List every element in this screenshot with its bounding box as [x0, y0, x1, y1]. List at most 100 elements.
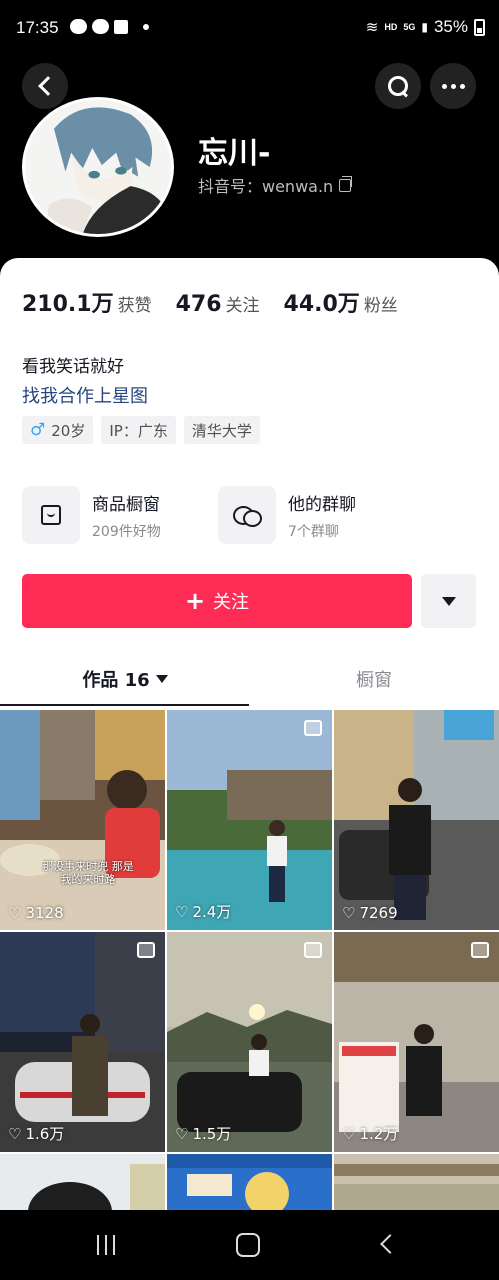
search-button[interactable] — [375, 63, 421, 109]
stat-value: 44.0万 — [283, 292, 360, 317]
heart-icon: ♡ — [342, 904, 356, 922]
check-icon — [114, 19, 128, 34]
douyin-id[interactable]: 抖音号：wenwa.n — [198, 173, 353, 197]
tag-school[interactable]: 清华大学 — [183, 416, 260, 444]
douyin-id-text: 抖音号：wenwa.n — [198, 177, 334, 196]
heart-icon: ♡ — [8, 1124, 22, 1143]
multi-image-icon — [304, 942, 322, 958]
video-thumbnail[interactable] — [0, 1154, 165, 1210]
wechat-icon — [92, 19, 109, 34]
follow-label: 关注 — [213, 592, 250, 613]
tag-school-text: 清华大学 — [191, 421, 252, 440]
chat-icon-wrap — [218, 486, 276, 544]
thumbnail-image — [0, 710, 165, 930]
message-icon — [70, 19, 87, 34]
bag-icon — [41, 505, 61, 525]
video-thumbnail[interactable] — [167, 1154, 332, 1210]
wifi-icon: ≋ — [365, 18, 379, 36]
heart-icon: ♡ — [342, 1124, 356, 1143]
system-back-button[interactable] — [380, 1234, 400, 1254]
back-icon — [38, 76, 58, 96]
plus-icon: + — [184, 587, 206, 615]
battery-icon — [474, 18, 485, 36]
thumbnail-image — [0, 1154, 165, 1210]
more-button[interactable] — [430, 63, 476, 109]
like-count-text: 1.2万 — [359, 1125, 399, 1143]
recommend-dropdown-button[interactable] — [421, 574, 476, 628]
bio-text: 看我笑话就好 — [22, 357, 124, 377]
stat-label: 获赞 — [117, 296, 152, 316]
home-button[interactable] — [236, 1233, 260, 1257]
thumbnail-image — [167, 710, 332, 930]
stat-followers[interactable]: 44.0万 粉丝 — [284, 286, 398, 318]
like-count: ♡ 3128 — [8, 904, 64, 922]
tab-works-label: 作品 16 — [82, 670, 150, 691]
heart-icon: ♡ — [175, 902, 189, 921]
like-count-text: 1.6万 — [25, 1125, 65, 1143]
video-thumbnail[interactable]: ♡ 1.6万 — [0, 932, 165, 1152]
like-count: ♡ 2.4万 — [175, 901, 231, 922]
system-nav-bar — [0, 1210, 499, 1280]
status-time: 17:35 — [16, 18, 59, 37]
stat-likes[interactable]: 210.1万 获赞 — [22, 286, 152, 318]
stat-value: 210.1万 — [22, 292, 114, 317]
shop-subtitle: 209件好物 — [92, 523, 161, 540]
thumbnail-image — [334, 932, 499, 1152]
video-thumbnail[interactable] — [334, 1154, 499, 1210]
chat-icon — [233, 504, 262, 527]
thumbnail-image — [167, 1154, 332, 1210]
like-count-text: 2.4万 — [192, 903, 232, 921]
back-button[interactable] — [22, 63, 68, 109]
group-chat-entry[interactable]: 他的群聊 7个群聊 — [218, 486, 356, 544]
shop-window-entry[interactable]: 商品橱窗 209件好物 — [22, 486, 161, 544]
tag-row: ♂ 20岁 IP：广东 清华大学 — [22, 416, 260, 444]
video-thumbnail[interactable]: ♡ 7269 — [334, 710, 499, 930]
bio-link[interactable]: 找我合作上星图 — [22, 382, 148, 408]
avatar-illustration — [25, 100, 171, 234]
signal-label: 5G — [403, 22, 416, 32]
multi-image-icon — [471, 942, 489, 958]
status-right: ≋ HD 5G ▮ 35% — [366, 17, 485, 37]
thumbnail-image — [167, 932, 332, 1152]
stat-following[interactable]: 476 关注 — [176, 291, 260, 317]
copy-icon[interactable] — [339, 175, 353, 192]
sort-triangle-icon — [155, 675, 168, 683]
tab-indicator — [0, 704, 249, 706]
tab-window[interactable]: 橱窗 — [249, 654, 499, 704]
network-label: HD — [384, 22, 398, 32]
signal-icon: ▮ — [421, 20, 428, 34]
battery-percent: 35% — [433, 17, 468, 36]
like-count-text: 7269 — [359, 904, 398, 922]
shop-title: 商品橱窗 — [92, 494, 160, 515]
recent-apps-button[interactable] — [97, 1235, 115, 1255]
video-thumbnail[interactable]: ♡ 1.2万 — [334, 932, 499, 1152]
like-count: ♡ 7269 — [342, 904, 398, 922]
multi-image-icon — [304, 720, 322, 736]
like-count-text: 1.5万 — [192, 1125, 232, 1143]
like-count-text: 3128 — [25, 904, 64, 922]
tab-window-label: 橱窗 — [356, 670, 392, 691]
video-thumbnail[interactable]: ♡ 1.5万 — [167, 932, 332, 1152]
avatar[interactable] — [22, 97, 174, 237]
profile-sheet: 210.1万 获赞 476 关注 44.0万 粉丝 看我笑话就好 找我合作上星图… — [0, 258, 499, 1210]
shop-icon-wrap — [22, 486, 80, 544]
stat-label: 关注 — [225, 296, 260, 316]
video-grid: 那没事来时兜 那是我的来时路 ♡ 3128 ♡ 2.4万 ♡ 7269 ♡ 1.… — [0, 710, 499, 1210]
heart-icon: ♡ — [8, 904, 22, 922]
triangle-down-icon — [441, 596, 456, 606]
tag-age-text: 20岁 — [51, 421, 86, 440]
stat-value: 476 — [175, 292, 222, 317]
heart-icon: ♡ — [175, 1124, 189, 1143]
group-title: 他的群聊 — [288, 494, 356, 515]
follow-button[interactable]: + 关注 — [22, 574, 412, 628]
video-thumbnail[interactable]: ♡ 2.4万 — [167, 710, 332, 930]
notification-icons — [70, 19, 149, 34]
multi-image-icon — [137, 942, 155, 958]
thumbnail-image — [334, 1154, 499, 1210]
like-count: ♡ 1.6万 — [8, 1123, 64, 1144]
tab-works[interactable]: 作品 16 — [0, 654, 250, 704]
stat-label: 粉丝 — [363, 296, 398, 316]
status-bar: 17:35 ≋ HD 5G ▮ 35% — [0, 0, 499, 58]
video-thumbnail[interactable]: 那没事来时兜 那是我的来时路 ♡ 3128 — [0, 710, 165, 930]
stats-row: 210.1万 获赞 476 关注 44.0万 粉丝 — [22, 286, 398, 318]
